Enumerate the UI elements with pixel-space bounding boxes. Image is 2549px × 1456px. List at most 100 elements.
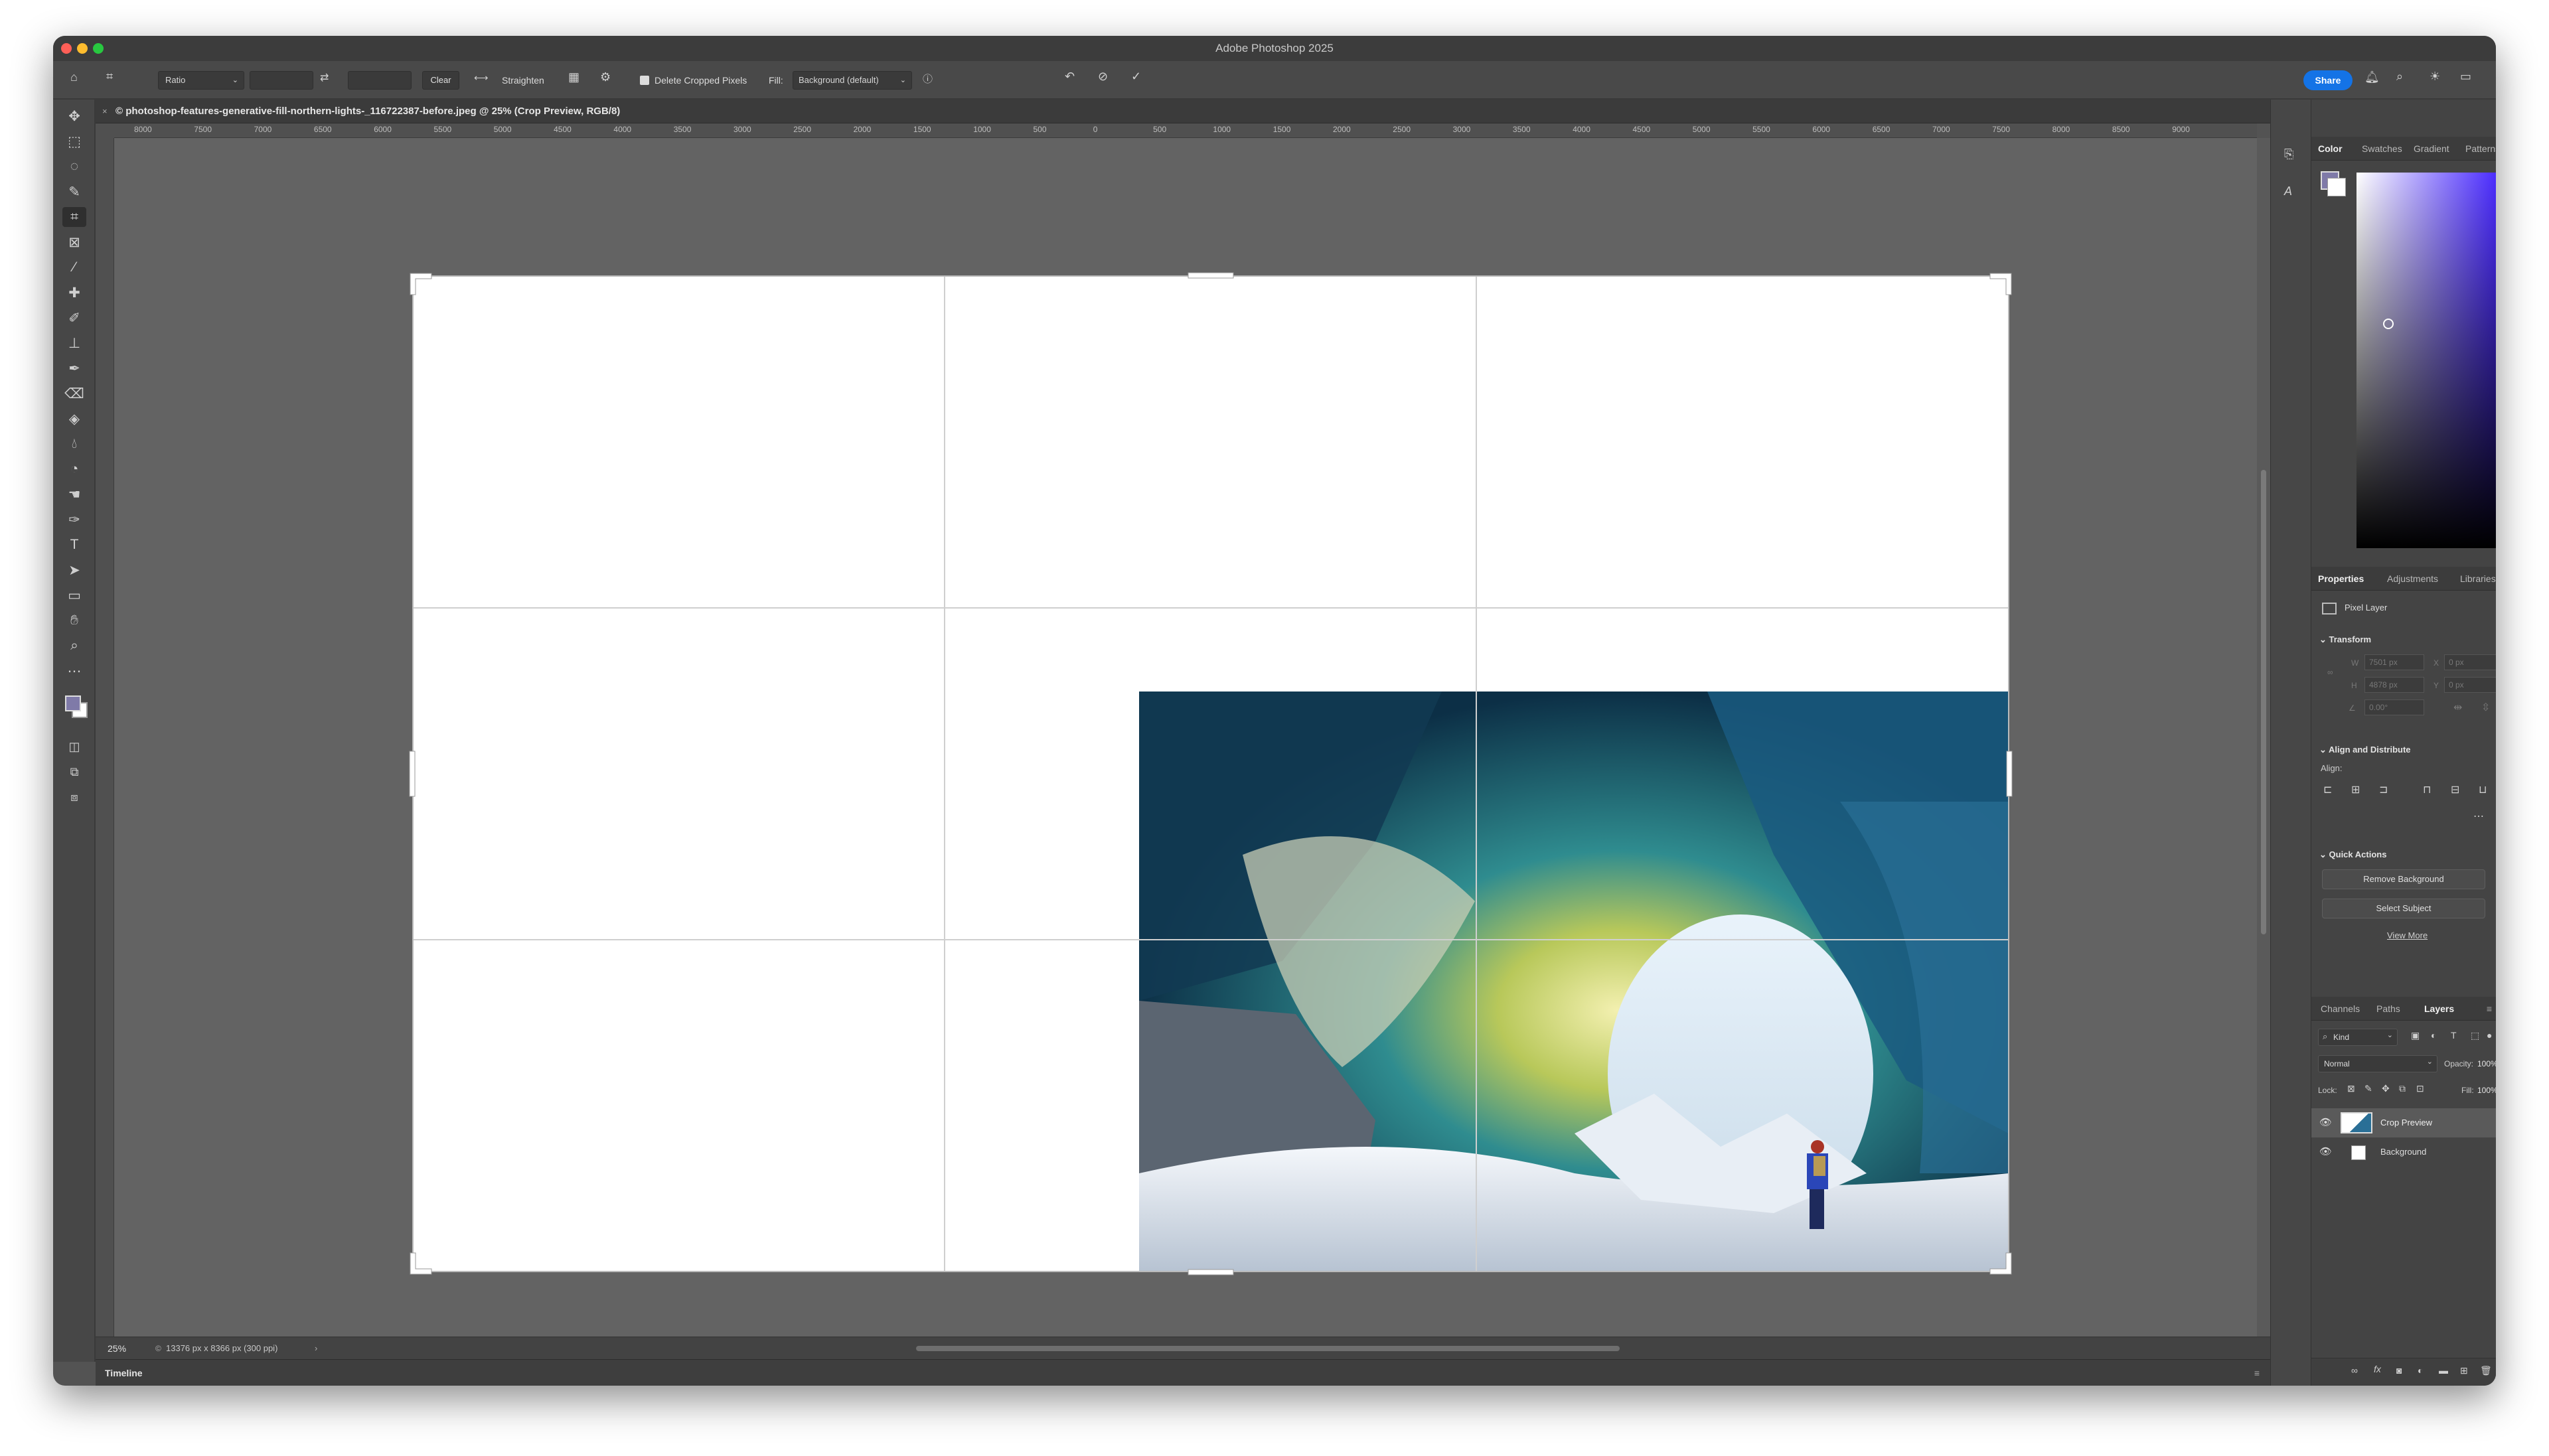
type-tool-icon[interactable]: T [62,535,86,555]
grid-overlay-icon[interactable]: ▦ [568,70,579,84]
vertical-scrollbar[interactable] [2257,138,2270,1372]
flip-vertical-icon[interactable]: ⇳ [2481,701,2490,714]
brush-tool-icon[interactable]: ✐ [62,308,86,328]
layer-row-background[interactable]: 👁︎ Background [2311,1137,2496,1167]
tab-properties[interactable]: Properties [2318,567,2364,591]
w-field[interactable]: 7501 px [2364,654,2424,670]
align-bottom-icon[interactable]: ⊔ [2479,783,2487,796]
layer-row-crop-preview[interactable]: 👁︎ Crop Preview [2311,1108,2496,1137]
more-options-icon[interactable]: ⋯ [2473,810,2484,823]
filter-pixel-icon[interactable]: ▣ [2411,1030,2420,1041]
straighten-icon[interactable]: ⟷ [474,72,489,84]
eye-icon[interactable]: 👁︎ [2319,1145,2332,1157]
generative-icon[interactable]: ⧈ [62,787,86,807]
tab-channels[interactable]: Channels [2321,997,2360,1021]
opacity-value[interactable]: 100% [2477,1059,2496,1068]
ratio-select[interactable]: Ratio ⌄ [158,71,244,90]
healing-brush-tool-icon[interactable]: ✚ [62,283,86,303]
tab-libraries[interactable]: Libraries [2460,567,2496,591]
vertical-scroll-thumb[interactable] [2261,470,2266,934]
layer-filter-select[interactable]: ⌕ Kind ⌄ [2318,1029,2398,1046]
panel-menu-icon[interactable]: ≡ [2254,1360,2260,1386]
filter-type-icon[interactable]: T [2451,1030,2457,1041]
group-folder-icon[interactable]: ▬ [2439,1365,2448,1376]
delete-cropped-checkbox[interactable] [640,76,649,85]
cancel-icon[interactable]: ⊘ [1098,70,1108,84]
fill-select[interactable]: Background (default) ⌄ [793,71,912,90]
angle-field[interactable]: 0.00° [2364,699,2424,715]
new-layer-icon[interactable]: ⊞ [2460,1365,2468,1376]
info-icon[interactable]: ⓘ [923,72,933,86]
filter-adjustment-icon[interactable]: ◐ [2431,1030,2436,1041]
tab-adjustments[interactable]: Adjustments [2387,567,2438,591]
link-layers-icon[interactable]: ∞ [2351,1365,2358,1376]
document-info[interactable]: 13376 px x 8366 px (300 ppi) [166,1337,277,1360]
crop-tool-icon[interactable]: ⌗ [62,207,86,227]
rectangle-tool-icon[interactable]: ▭ [62,585,86,605]
blur-tool-icon[interactable]: 💧︎ [62,434,86,454]
align-vertical-center-icon[interactable]: ⊟ [2451,783,2459,796]
horizontal-scroll-thumb[interactable] [916,1346,1620,1351]
document-tab[interactable]: × © photoshop-features-generative-fill-n… [96,100,2270,123]
ratio-width-input[interactable] [250,71,313,90]
timeline-panel[interactable]: Timeline ≡ [96,1359,2270,1386]
more-tools-icon[interactable]: ⋯ [62,661,86,681]
discover-icon[interactable]: ☀ [2430,70,2440,84]
smudge-tool-icon[interactable]: ☚ [62,484,86,504]
glyphs-panel-icon[interactable]: A [2284,184,2292,198]
search-icon[interactable]: ⌕ [2396,70,2403,84]
transform-header[interactable]: ⌄ Transform [2319,634,2371,645]
object-selection-tool-icon[interactable]: ✎ [62,182,86,202]
marquee-tool-icon[interactable]: ⬚ [62,131,86,151]
align-right-icon[interactable]: ⊐ [2379,783,2388,796]
frame-tool-icon[interactable]: ⊠ [62,232,86,252]
history-panel-icon[interactable]: ⎘ [2284,147,2293,161]
vertical-ruler[interactable] [96,138,114,1372]
share-button[interactable]: Share [2303,70,2353,90]
x-field[interactable]: 0 px [2444,654,2496,670]
pen-tool-icon[interactable]: ✑ [62,510,86,530]
flip-horizontal-icon[interactable]: ⇹ [2453,701,2462,714]
remove-background-button[interactable]: Remove Background [2322,869,2485,889]
straighten-label[interactable]: Straighten [502,70,544,90]
fill-value[interactable]: 100% [2477,1086,2496,1095]
screen-mode-icon[interactable]: ⧉ [62,762,86,782]
gear-icon[interactable]: ⚙ [600,70,611,84]
clear-button[interactable]: Clear [422,71,459,90]
tab-patterns[interactable]: Patterns [2465,137,2496,161]
swap-icon[interactable]: ⇄ [320,71,329,84]
canvas-area[interactable] [114,138,2257,1372]
chevron-right-icon[interactable]: › [315,1337,317,1360]
color-background-swatch[interactable] [2327,178,2346,196]
close-tab-icon[interactable]: × [102,100,108,123]
layer-style-icon[interactable]: fx [2374,1364,2381,1374]
tab-paths[interactable]: Paths [2376,997,2400,1021]
lock-artboard-icon[interactable]: ⧉ [2399,1083,2406,1094]
paint-bucket-tool-icon[interactable]: ◈ [62,409,86,429]
link-icon[interactable]: ∞ [2327,668,2333,677]
workspace-icon[interactable]: ▭ [2460,70,2471,84]
layer-name[interactable]: Background [2380,1147,2426,1157]
lock-transparency-icon[interactable]: ⊠ [2347,1083,2355,1094]
h-field[interactable]: 4878 px [2364,677,2424,693]
layer-name[interactable]: Crop Preview [2380,1118,2432,1128]
path-selection-tool-icon[interactable]: ➤ [62,560,86,580]
horizontal-ruler[interactable]: 8000 7500 7000 6500 6000 5500 5000 4500 4000 3500… [114,123,2257,138]
tab-layers[interactable]: Layers [2424,997,2454,1021]
lock-all-icon[interactable]: ⊡ [2416,1083,2424,1094]
hand-tool-icon[interactable]: ✋︎ [62,611,86,630]
home-icon[interactable]: ⌂ [70,70,78,84]
quick-actions-header[interactable]: ⌄ Quick Actions [2319,849,2386,860]
clone-stamp-tool-icon[interactable]: ⊥ [62,333,86,353]
dodge-tool-icon[interactable]: ◔ [62,459,86,479]
trash-icon[interactable]: 🗑︎ [2480,1365,2492,1376]
align-horizontal-center-icon[interactable]: ⊞ [2351,783,2360,796]
crop-canvas[interactable] [114,138,2257,1372]
bell-icon[interactable]: 🔔︎ [2364,70,2380,84]
filter-shape-icon[interactable]: ⬚ [2471,1030,2479,1041]
quick-mask-icon[interactable]: ◫ [62,737,86,757]
crop-tool-preset-icon[interactable]: ⌗ [106,70,113,84]
select-subject-button[interactable]: Select Subject [2322,899,2485,918]
eraser-tool-icon[interactable]: ⌫ [62,384,86,403]
tab-swatches[interactable]: Swatches [2362,137,2402,161]
